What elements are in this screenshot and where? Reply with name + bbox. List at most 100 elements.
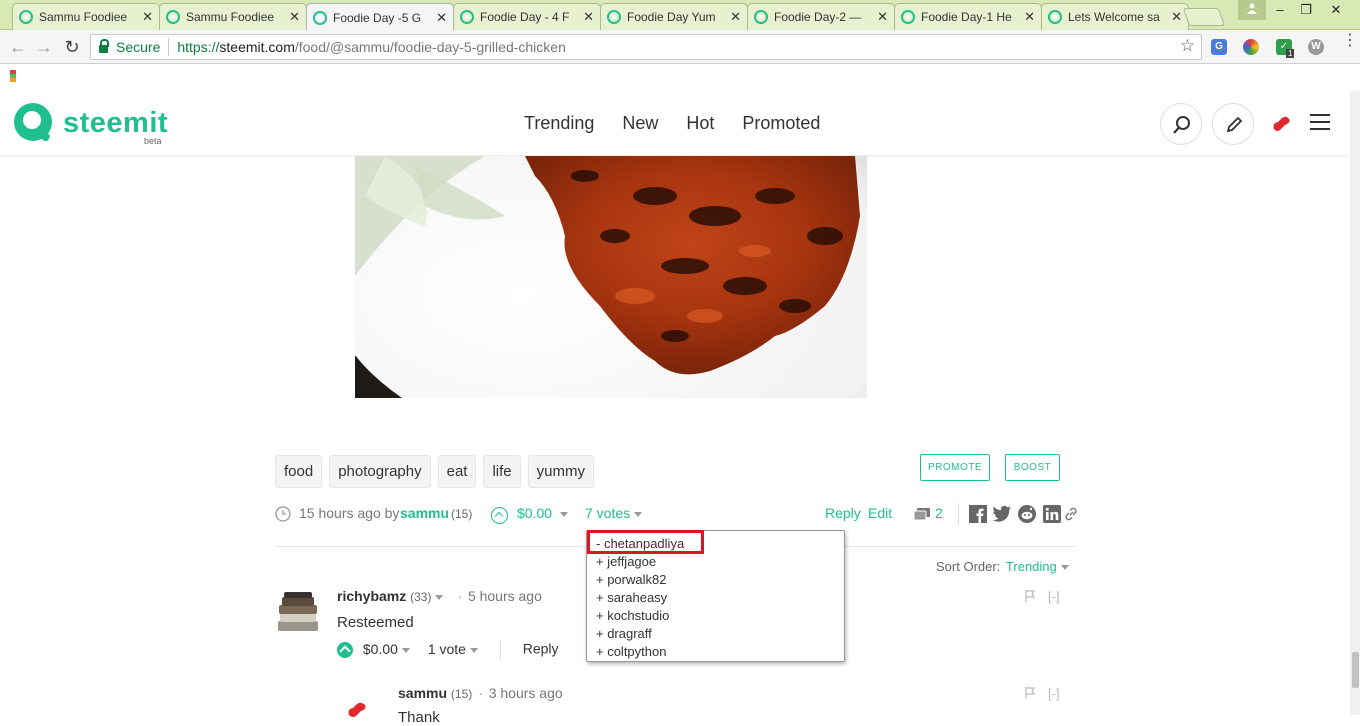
tag-life[interactable]: life xyxy=(483,455,521,488)
comment-votes[interactable]: 1 vote xyxy=(428,641,466,657)
apps-icon[interactable] xyxy=(10,70,16,82)
nav-trending[interactable]: Trending xyxy=(524,113,594,134)
promote-button[interactable]: PROMOTE xyxy=(920,454,990,481)
new-tab-button[interactable] xyxy=(1182,8,1226,26)
comment-author[interactable]: richybamz xyxy=(337,588,406,604)
tab-close-icon[interactable]: ✕ xyxy=(289,9,300,25)
avatar[interactable] xyxy=(276,591,320,635)
comment-header: richybamz (33) · 5 hours ago xyxy=(337,588,542,604)
bookmark-star-icon[interactable]: ☆ xyxy=(1180,36,1195,56)
color-extension-icon[interactable] xyxy=(1243,39,1259,55)
flag-icon[interactable] xyxy=(1024,589,1036,606)
browser-tab[interactable]: Sammu Foodiee ✕ xyxy=(159,3,307,30)
steemit-logo-icon[interactable] xyxy=(14,103,52,141)
voter-item[interactable]: + saraheasy xyxy=(596,589,836,607)
browser-tab[interactable]: Foodie Day Yum ✕ xyxy=(600,3,748,30)
back-arrow-icon[interactable]: ← xyxy=(8,37,28,58)
user-profile-icon[interactable] xyxy=(1238,0,1266,20)
comment-reply-link[interactable]: Reply xyxy=(523,641,559,657)
voter-item[interactable]: + dragraff xyxy=(596,625,836,643)
tab-close-icon[interactable]: ✕ xyxy=(730,9,741,25)
comments-icon[interactable] xyxy=(913,507,931,525)
steemit-favicon-icon xyxy=(607,10,621,24)
user-avatar-icon[interactable] xyxy=(1270,113,1292,135)
minimize-icon[interactable]: – xyxy=(1266,0,1294,20)
nav-hot[interactable]: Hot xyxy=(686,113,714,134)
hamburger-menu-icon[interactable] xyxy=(1310,114,1330,130)
post-author[interactable]: sammu xyxy=(400,505,449,521)
upvote-icon[interactable] xyxy=(337,642,353,658)
voter-item[interactable]: + jeffjagoe xyxy=(596,553,836,571)
forward-arrow-icon[interactable]: → xyxy=(34,37,54,58)
url-protocol: https:// xyxy=(177,39,220,55)
browser-tab[interactable]: Foodie Day-1 He ✕ xyxy=(894,3,1042,30)
payout-caret-icon[interactable] xyxy=(560,512,568,517)
comment-time[interactable]: 5 hours ago xyxy=(468,588,542,604)
collapse-toggle[interactable]: [-] xyxy=(1048,589,1060,604)
scrollbar-track[interactable] xyxy=(1350,91,1360,715)
actions-divider xyxy=(499,640,501,660)
tag-photography[interactable]: photography xyxy=(329,455,431,488)
restore-icon[interactable]: ❐ xyxy=(1292,0,1320,20)
nav-new[interactable]: New xyxy=(622,113,658,134)
boost-button[interactable]: BOOST xyxy=(1005,454,1060,481)
scrollbar-thumb[interactable] xyxy=(1352,652,1359,688)
highlight-box xyxy=(587,530,704,554)
sort-caret-icon[interactable] xyxy=(1060,565,1069,571)
facebook-icon[interactable] xyxy=(969,505,987,526)
tab-title: Foodie Day Yum xyxy=(627,10,716,24)
browser-tab[interactable]: Lets Welcome sa ✕ xyxy=(1041,3,1189,30)
votes-caret-icon[interactable] xyxy=(634,512,642,517)
reload-icon[interactable]: ↻ xyxy=(62,37,82,58)
comment-count[interactable]: 2 xyxy=(935,505,943,521)
url-field[interactable]: Secure https:// steemit.com /food/@sammu… xyxy=(90,34,1202,60)
linkedin-icon[interactable] xyxy=(1043,505,1061,526)
browser-tab[interactable]: Foodie Day-2 — ✕ xyxy=(747,3,895,30)
tag-yummy[interactable]: yummy xyxy=(527,455,594,488)
tab-close-icon[interactable]: ✕ xyxy=(142,9,153,25)
window-close-icon[interactable]: ✕ xyxy=(1322,0,1350,20)
comment-author-rep: (15) xyxy=(450,687,473,701)
votes-caret-icon[interactable] xyxy=(469,647,478,653)
comment-time[interactable]: 3 hours ago xyxy=(489,685,563,701)
write-post-button[interactable] xyxy=(1212,103,1254,145)
nav-promoted[interactable]: Promoted xyxy=(742,113,820,134)
browser-tab-active[interactable]: Foodie Day -5 G ✕ xyxy=(306,3,454,31)
voter-item[interactable]: + kochstudio xyxy=(596,607,836,625)
post-votes-toggle[interactable]: 7 votes xyxy=(585,505,630,521)
tag-food[interactable]: food xyxy=(275,455,323,488)
voter-item[interactable]: + coltpython xyxy=(596,643,836,661)
permalink-icon[interactable] xyxy=(1064,507,1078,524)
avatar[interactable] xyxy=(345,697,373,719)
post-edit-link[interactable]: Edit xyxy=(868,505,892,521)
translate-extension-icon[interactable]: G xyxy=(1211,39,1227,55)
comment-payout[interactable]: $0.00 xyxy=(363,641,398,657)
sort-order-select[interactable]: Trending xyxy=(1006,559,1057,574)
author-caret-icon[interactable] xyxy=(435,594,444,600)
flag-icon[interactable] xyxy=(1024,686,1036,703)
browser-menu-icon[interactable]: ⋮ xyxy=(1342,33,1358,49)
tab-title: Foodie Day-2 — xyxy=(774,10,862,24)
payout-caret-icon[interactable] xyxy=(401,647,410,653)
post-payout[interactable]: $0.00 xyxy=(517,505,552,521)
tab-close-icon[interactable]: ✕ xyxy=(583,9,594,25)
comment-author[interactable]: sammu xyxy=(398,685,447,701)
upvote-icon[interactable] xyxy=(491,506,508,524)
post-reply-link[interactable]: Reply xyxy=(825,505,861,521)
tab-close-icon[interactable]: ✕ xyxy=(1024,9,1035,25)
collapse-toggle[interactable]: [-] xyxy=(1048,686,1060,701)
wordpress-extension-icon[interactable]: W xyxy=(1308,39,1324,55)
tab-close-icon[interactable]: ✕ xyxy=(1171,9,1182,25)
twitter-icon[interactable] xyxy=(992,505,1012,526)
browser-tab[interactable]: Foodie Day - 4 F ✕ xyxy=(453,3,601,30)
reddit-icon[interactable] xyxy=(1018,505,1036,526)
steemit-favicon-icon xyxy=(19,10,33,24)
bookmarks-bar xyxy=(0,64,1360,91)
tag-eat[interactable]: eat xyxy=(437,455,477,488)
search-button[interactable] xyxy=(1160,103,1202,145)
voter-item[interactable]: + porwalk82 xyxy=(596,571,836,589)
logo-beta: beta xyxy=(144,136,162,146)
browser-tab[interactable]: Sammu Foodiee ✕ xyxy=(12,3,160,30)
tab-close-icon[interactable]: ✕ xyxy=(877,9,888,25)
tab-close-icon[interactable]: ✕ xyxy=(436,10,447,26)
